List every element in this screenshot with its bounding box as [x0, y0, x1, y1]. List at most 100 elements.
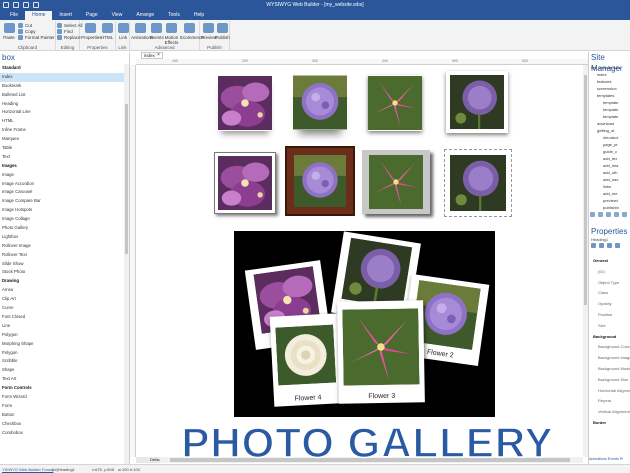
preview-button[interactable]: Preview: [201, 23, 217, 40]
property-category[interactable]: Background: [589, 332, 630, 343]
site-tree-item[interactable]: add_ima: [589, 162, 630, 169]
toolbox-item[interactable]: Stock Photo: [0, 268, 124, 277]
site-tree-item[interactable]: template: [589, 106, 630, 113]
default-tab[interactable]: Default: [136, 457, 163, 463]
polaroid-gallery[interactable]: Flower 2 Flower 4 Flower 3: [234, 231, 495, 417]
toolbox-item[interactable]: Bulleted List: [0, 91, 124, 100]
property-row[interactable]: (ID): [589, 267, 630, 278]
link-button[interactable]: Link: [117, 23, 129, 40]
property-row[interactable]: Size: [589, 321, 630, 332]
paste-button[interactable]: Paste: [2, 23, 16, 40]
property-row[interactable]: Background Color: [589, 342, 630, 353]
toolbox-item[interactable]: Image Hotspots: [0, 206, 124, 215]
gallery-thumb-lily[interactable]: [368, 75, 422, 131]
toolbox-item[interactable]: HTML: [0, 117, 124, 126]
property-row[interactable]: Vertical Alignment: [589, 407, 630, 418]
arrow-icon[interactable]: [622, 212, 627, 217]
ecommerce-button[interactable]: Ecommerce: [180, 23, 204, 40]
alphabetical-icon[interactable]: [599, 243, 604, 248]
site-tree-item[interactable]: features: [589, 78, 630, 85]
filter-icon[interactable]: [607, 243, 612, 248]
toolbox-item[interactable]: Table: [0, 144, 124, 153]
toolbox-item[interactable]: Line: [0, 322, 124, 331]
toolbox-item[interactable]: Image Collage: [0, 215, 124, 224]
site-tree-item[interactable]: links: [589, 183, 630, 190]
toolbox-item[interactable]: Image: [0, 171, 124, 180]
toolbox-item[interactable]: Bookmark: [0, 82, 124, 91]
gallery-thumb-lily-gray[interactable]: [362, 150, 430, 214]
toolbox-item[interactable]: Scribble: [0, 357, 124, 366]
property-row[interactable]: Background Mode: [589, 364, 630, 375]
grid-icon[interactable]: [614, 212, 619, 217]
site-tree-item[interactable]: my_website.wbs: [589, 64, 630, 71]
close-icon[interactable]: ×: [157, 52, 160, 59]
toolbox-category[interactable]: Form Controls: [0, 384, 124, 393]
cut-button[interactable]: Cut: [18, 23, 32, 28]
properties-tabs[interactable]: Animations Events Pr: [589, 457, 630, 463]
animations-button[interactable]: Animations: [131, 23, 153, 40]
home-icon[interactable]: [590, 212, 595, 217]
gallery-thumb-allium-wood[interactable]: [285, 146, 355, 216]
toolbox-item[interactable]: Form: [0, 402, 124, 411]
site-tree-item[interactable]: publishin: [589, 204, 630, 211]
categorized-icon[interactable]: [591, 243, 596, 248]
toolbox-item[interactable]: Font Closed: [0, 313, 124, 322]
gallery-thumb-allium[interactable]: [293, 75, 347, 130]
pin-icon[interactable]: [606, 212, 611, 217]
toolbox-item[interactable]: Image Accordion: [0, 180, 124, 189]
toolbox-item[interactable]: Marquee: [0, 135, 124, 144]
expand-icon[interactable]: [615, 243, 620, 248]
toolbox-item[interactable]: Combobox: [0, 429, 124, 438]
toolbox-item[interactable]: Slide Show: [0, 260, 124, 269]
toolbox-item[interactable]: Inline Frame: [0, 126, 124, 135]
toolbox-category[interactable]: Images: [0, 162, 124, 171]
format-painter-button[interactable]: Format Painter: [18, 35, 55, 40]
property-row[interactable]: Opacity: [589, 299, 630, 310]
scroll-thumb[interactable]: [584, 75, 587, 305]
toolbox-item[interactable]: Rollover Image: [0, 242, 124, 251]
menu-file[interactable]: File: [3, 11, 25, 20]
toolbox-item[interactable]: Polygon: [0, 349, 124, 358]
menu-help[interactable]: Help: [187, 11, 211, 20]
toolbox-item[interactable]: Checkbox: [0, 420, 124, 429]
copy-button[interactable]: Copy: [18, 29, 36, 34]
scroll-thumb[interactable]: [125, 104, 128, 254]
menu-view[interactable]: View: [105, 11, 130, 20]
toolbox-item[interactable]: Image Compare Bar: [0, 197, 124, 206]
toolbox-item[interactable]: Clip Art: [0, 295, 124, 304]
gallery-thumb-orchid-framed[interactable]: [214, 152, 276, 214]
site-tree-item[interactable]: getting_st: [589, 127, 630, 134]
site-tree-item[interactable]: add_me: [589, 190, 630, 197]
properties-button[interactable]: Properties: [81, 23, 102, 40]
html-button[interactable]: HTML: [100, 23, 114, 40]
toolbox-item[interactable]: Heading: [0, 100, 124, 109]
publish-button[interactable]: Publish: [215, 23, 230, 40]
site-tree-item[interactable]: template: [589, 113, 630, 120]
toolbox-category[interactable]: Standard: [0, 64, 124, 73]
toolbox-scrollbar[interactable]: [124, 64, 129, 464]
property-row[interactable]: Position: [589, 310, 630, 321]
property-row[interactable]: Class: [589, 288, 630, 299]
toolbox-item[interactable]: Lightbox: [0, 233, 124, 242]
find-button[interactable]: Find: [57, 29, 73, 34]
property-category[interactable]: Border: [589, 418, 630, 429]
toolbox-item[interactable]: Text: [0, 153, 124, 162]
toolbox-item[interactable]: Rollover Text: [0, 251, 124, 260]
polaroid-flower-3[interactable]: Flower 3: [337, 300, 425, 404]
toolbox-item[interactable]: Shape: [0, 366, 124, 375]
site-tree-item[interactable]: download: [589, 120, 630, 127]
property-row[interactable]: Object Type: [589, 278, 630, 289]
design-canvas[interactable]: Flower 2 Flower 4 Flower 3: [136, 65, 588, 457]
toolbox-item[interactable]: Arrow: [0, 286, 124, 295]
site-tree-item[interactable]: add_nav: [589, 176, 630, 183]
gallery-thumb-orchid[interactable]: [218, 75, 272, 131]
site-tree-item[interactable]: page_pr: [589, 141, 630, 148]
site-tree-item[interactable]: screenshot: [589, 85, 630, 92]
site-tree-item[interactable]: template: [589, 99, 630, 106]
property-row[interactable]: Background Size: [589, 375, 630, 386]
toolbox-item[interactable]: Image Carousel: [0, 188, 124, 197]
star-icon[interactable]: [598, 212, 603, 217]
toolbox-category[interactable]: Drawing: [0, 277, 124, 286]
toolbox-item[interactable]: Form Wizard: [0, 393, 124, 402]
toolbox-item[interactable]: Button: [0, 411, 124, 420]
